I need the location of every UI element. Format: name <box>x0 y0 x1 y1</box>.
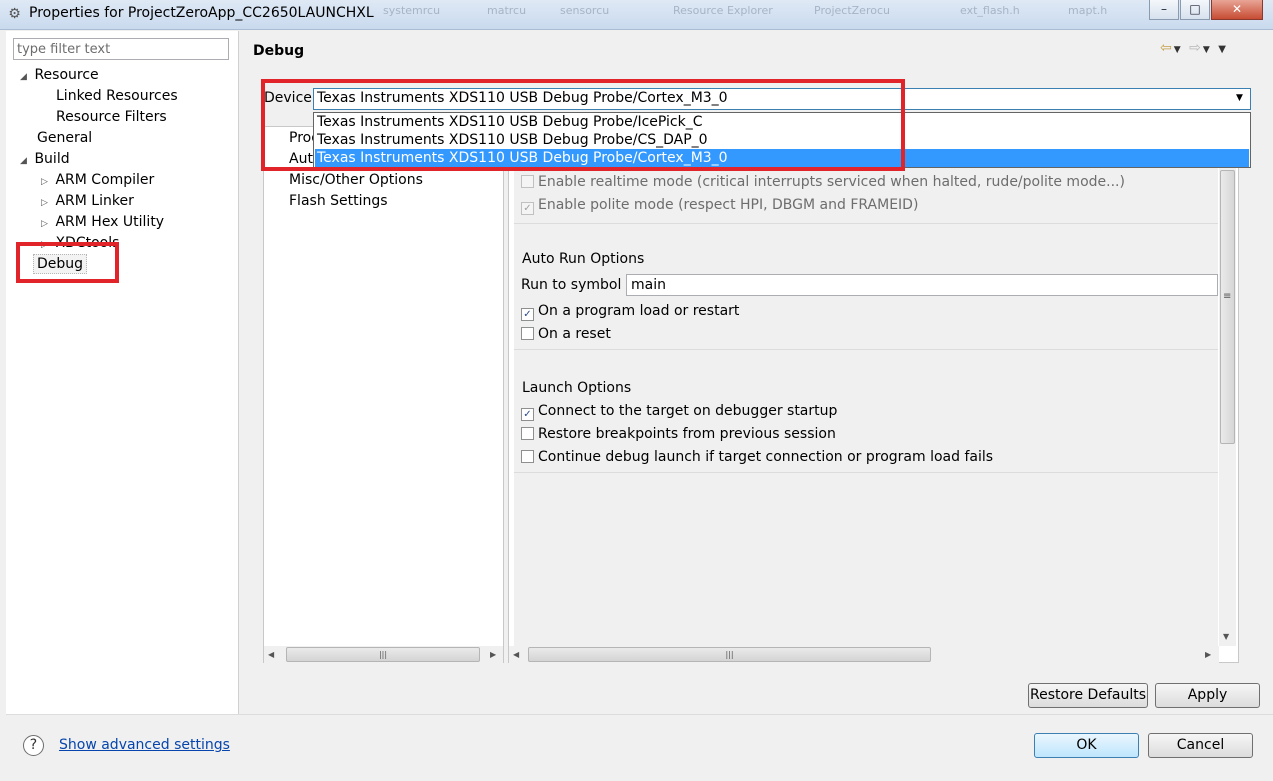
history-nav: ⇦▼ ⇨▼ ▼ <box>1160 40 1228 56</box>
polite-mode-option: ✓ Enable polite mode (respect HPI, DBGM a… <box>521 197 918 215</box>
restore-breakpoints-checkbox[interactable] <box>521 427 534 440</box>
realtime-mode-label: Enable realtime mode (critical interrupt… <box>538 174 1125 190</box>
maximize-button[interactable]: □ <box>1180 0 1210 20</box>
on-reset-label: On a reset <box>538 326 611 342</box>
help-icon[interactable]: ? <box>23 735 44 756</box>
on-reset-checkbox[interactable] <box>521 327 534 340</box>
run-to-symbol-input[interactable] <box>626 274 1218 296</box>
tree-item-arm-hex-utility[interactable]: ▷ ARM Hex Utility <box>41 213 164 233</box>
cancel-button[interactable]: Cancel <box>1148 733 1253 758</box>
scroll-left-icon[interactable]: ◀ <box>268 650 274 659</box>
connect-checkbox[interactable]: ✓ <box>521 408 534 421</box>
highlight-box-debug <box>16 242 119 283</box>
restore-breakpoints-option: Restore breakpoints from previous sessio… <box>521 426 836 442</box>
continue-launch-option: Continue debug launch if target connecti… <box>521 449 993 465</box>
continue-launch-label: Continue debug launch if target connecti… <box>538 449 994 465</box>
polite-mode-label: Enable polite mode (respect HPI, DBGM an… <box>538 197 919 213</box>
background-tab: sensorcu <box>560 4 610 17</box>
tree-item-arm-compiler[interactable]: ▷ ARM Compiler <box>41 171 154 191</box>
tree-item-label: Resource <box>34 67 99 83</box>
on-load-checkbox[interactable]: ✓ <box>521 308 534 321</box>
scroll-right-icon[interactable]: ▶ <box>490 650 496 659</box>
tree-expanded-icon[interactable]: ◢ <box>20 68 30 86</box>
tree-item-resource-filters[interactable]: Resource Filters <box>56 108 167 126</box>
tree-item-build[interactable]: ◢ Build <box>20 150 70 170</box>
forward-arrow-icon[interactable]: ⇨ <box>1189 40 1203 56</box>
restore-breakpoints-label: Restore breakpoints from previous sessio… <box>538 426 836 442</box>
tree-item-label: ARM Compiler <box>55 172 155 188</box>
tree-item-linked-resources[interactable]: Linked Resources <box>56 87 178 105</box>
minimize-button[interactable]: – <box>1149 0 1179 20</box>
divider <box>514 223 1218 224</box>
tree-item-arm-linker[interactable]: ▷ ARM Linker <box>41 192 134 212</box>
tree-collapsed-icon[interactable]: ▷ <box>41 194 51 212</box>
scroll-down-icon[interactable]: ▼ <box>1223 632 1229 641</box>
divider <box>514 349 1218 350</box>
auto-run-options-title: Auto Run Options <box>522 251 645 267</box>
connect-option: ✓ Connect to the target on debugger start… <box>521 403 837 421</box>
tree-item-general[interactable]: General <box>37 129 92 147</box>
category-item-flash-settings[interactable]: Flash Settings <box>289 193 388 209</box>
on-load-option: ✓ On a program load or restart <box>521 303 739 321</box>
launch-options-title: Launch Options <box>522 380 632 396</box>
polite-mode-checkbox[interactable]: ✓ <box>521 202 534 215</box>
view-menu-icon[interactable]: ▼ <box>1218 44 1228 55</box>
scroll-left-icon[interactable]: ◀ <box>513 650 519 659</box>
background-tab: Resource Explorer <box>673 4 773 17</box>
scrollbar-thumb[interactable] <box>1220 170 1235 444</box>
background-tab: mapt.h <box>1068 4 1108 17</box>
apply-button[interactable]: Apply <box>1155 683 1260 708</box>
scrollbar-grip-icon: ≡ <box>1223 291 1232 302</box>
background-tab: matrcu <box>487 4 527 17</box>
tree-item-label: Build <box>34 151 70 167</box>
background-tab: ext_flash.h <box>960 4 1020 17</box>
background-tab: systemrcu <box>383 4 441 17</box>
page-title: Debug <box>253 43 305 59</box>
on-load-label: On a program load or restart <box>538 303 740 319</box>
app-icon: ⚙ <box>8 6 21 22</box>
chevron-down-icon[interactable]: ▼ <box>1203 45 1212 55</box>
tree-expanded-icon[interactable]: ◢ <box>20 152 30 170</box>
scroll-right-icon[interactable]: ▶ <box>1205 650 1211 659</box>
ok-button[interactable]: OK <box>1034 733 1139 758</box>
highlight-box-device <box>261 79 905 171</box>
filter-input[interactable] <box>13 38 229 60</box>
category-item-misc-options[interactable]: Misc/Other Options <box>289 172 423 188</box>
close-window-button[interactable]: ✕ <box>1211 0 1263 20</box>
tree-collapsed-icon[interactable]: ▷ <box>41 173 51 191</box>
tree-item-label: ARM Hex Utility <box>55 214 165 230</box>
scrollbar-thumb[interactable]: ||| <box>528 647 931 662</box>
restore-defaults-button[interactable]: Restore Defaults <box>1028 683 1148 708</box>
continue-launch-checkbox[interactable] <box>521 450 534 463</box>
divider <box>514 472 1218 473</box>
realtime-mode-checkbox[interactable] <box>521 175 534 188</box>
connect-label: Connect to the target on debugger startu… <box>538 403 838 419</box>
chevron-down-icon[interactable]: ▼ <box>1174 45 1183 55</box>
chevron-down-icon[interactable]: ▼ <box>1236 93 1243 103</box>
tree-item-label: ARM Linker <box>55 193 134 209</box>
run-to-symbol-label: Run to symbol <box>521 277 622 293</box>
window-title: Properties for ProjectZeroApp_CC2650LAUN… <box>29 5 374 21</box>
tree-item-resource[interactable]: ◢ Resource <box>20 66 99 86</box>
back-arrow-icon[interactable]: ⇦ <box>1160 40 1174 56</box>
tree-collapsed-icon[interactable]: ▷ <box>41 215 51 233</box>
realtime-mode-option: Enable realtime mode (critical interrupt… <box>521 174 1125 190</box>
on-reset-option: On a reset <box>521 326 611 342</box>
show-advanced-settings-link[interactable]: Show advanced settings <box>59 737 230 753</box>
scrollbar-thumb[interactable]: ||| <box>286 647 480 662</box>
background-tab: ProjectZerocu <box>814 4 890 17</box>
